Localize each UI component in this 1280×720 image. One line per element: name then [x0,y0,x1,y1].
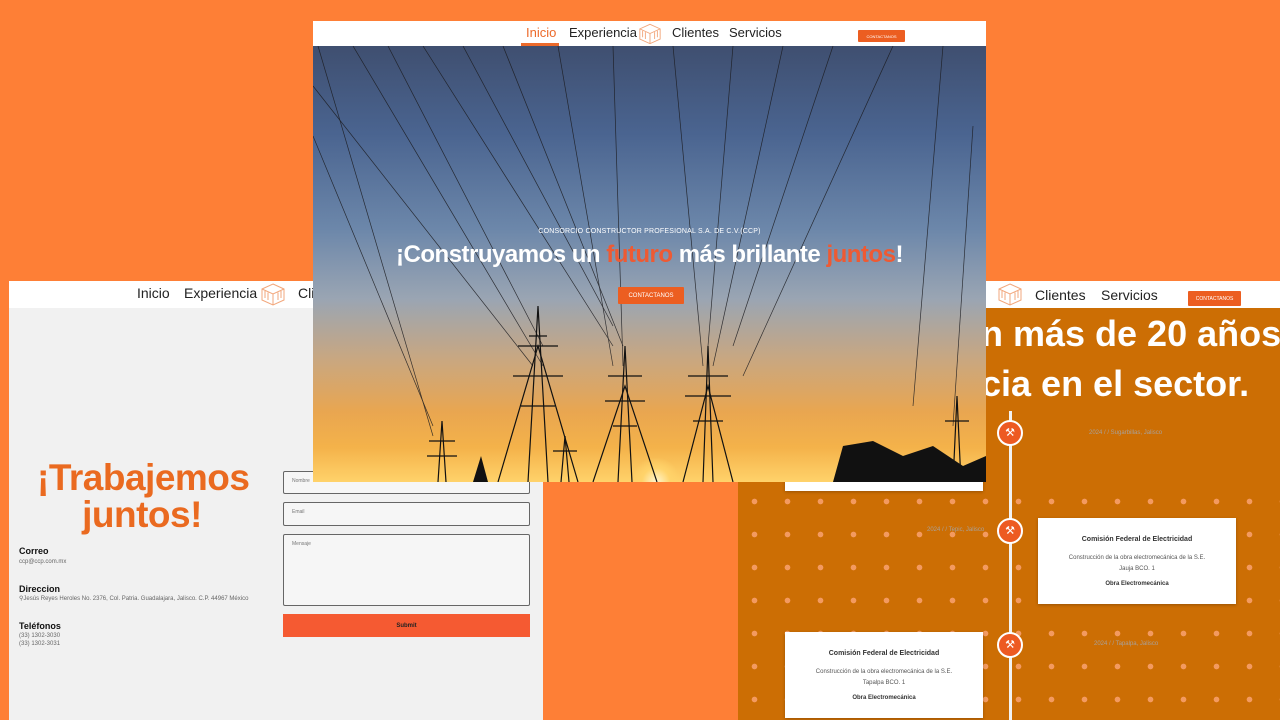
nav-experiencia[interactable]: Experiencia [184,285,257,301]
email-field[interactable]: Email [283,502,530,526]
card-desc-line-1: Construcción de la obra electromecánica … [1068,555,1206,561]
nav-clientes[interactable]: Clientes [672,25,719,40]
title-line-2: juntos! [82,494,202,535]
card-desc-line-2: Tapalpa BCO. 1 [862,680,906,686]
submit-button[interactable]: Submit [283,614,530,637]
nav-inicio[interactable]: Inicio [526,25,556,40]
timeline-card: Comisión Federal de Electricidad Constru… [1038,518,1236,604]
card-description: Construcción de la obra electromecánica … [793,667,975,689]
headline-line-2: cia en el sector. [981,363,1250,404]
wrench-icon: ⚒ [997,518,1023,544]
card-category: Obra Electromecánica [1105,581,1169,587]
nav-clientes[interactable]: Clientes [1035,287,1086,303]
timeline-date: 2024 / / Sugarbillas, Jalisco [1089,430,1163,436]
mensaje-placeholder: Mensaje [292,541,311,547]
wrench-icon: ⚒ [997,632,1023,658]
card-title: Comisión Federal de Electricidad [828,650,940,657]
nav-inicio[interactable]: Inicio [137,285,170,301]
ccp-cube-logo-icon[interactable] [638,22,662,45]
hero-kicker: CONSORCIO CONSTRUCTOR PROFESIONAL S.A. D… [538,228,761,235]
title-line-1: ¡Trabajemos [37,457,250,498]
timeline-date: 2024 / / Tepic, Jalisco [927,527,985,533]
card-description: Construcción de la obra electromecánica … [1046,553,1228,575]
hero-accent-juntos: juntos [826,241,896,268]
hero-accent-futuro: futuro [606,241,673,268]
correo-value[interactable]: ccp@ccp.com.mx [19,558,66,566]
direccion-label: Direccion [19,584,61,594]
hero-text-part: ! [895,241,903,268]
hero-text-part: más brillante [672,241,827,268]
card-desc-line-2: Jauja BCO. 1 [1119,566,1155,572]
nav-clientes[interactable]: Cli [298,285,314,301]
nombre-placeholder: Nombre [292,478,310,484]
hero-page-screenshot: Inicio Experiencia Clientes Servicios CO… [313,21,986,482]
page-title: ¡Trabajemos juntos! [37,457,250,535]
direccion-text: Jesús Reyes Heroles No. 2376, Col. Patri… [23,596,249,602]
timeline-card: Comisión Federal de Electricidad Constru… [785,632,983,718]
mensaje-field[interactable]: Mensaje [283,534,530,606]
contactanos-nav-button[interactable]: CONTACTANOS [858,30,905,42]
ccp-cube-logo-icon[interactable] [997,282,1023,306]
nav-active-indicator [521,43,559,46]
telefono-1[interactable]: (33) 1302-3030 [19,632,60,640]
hero-headline: ¡Construyamos un futuro más brillante ju… [313,241,986,269]
telefonos-label: Teléfonos [19,621,61,631]
timeline-date: 2024 / / Tapalpa, Jalisco [1094,641,1159,647]
correo-label: Correo [19,546,49,556]
telefono-2[interactable]: (33) 1302-3031 [19,640,60,648]
nav-servicios[interactable]: Servicios [1101,287,1158,303]
card-category: Obra Electromecánica [852,695,916,701]
hero-text-part: ¡Construyamos un [396,241,607,268]
nav-experiencia[interactable]: Experiencia [569,25,637,40]
wrench-icon: ⚒ [997,420,1023,446]
ccp-cube-logo-icon[interactable] [260,282,286,306]
card-title: Comisión Federal de Electricidad [1081,536,1193,543]
hero-navbar: Inicio Experiencia Clientes Servicios CO… [313,21,986,46]
card-desc-line-1: Construcción de la obra electromecánica … [815,669,953,675]
headline-line-1: n más de 20 años [981,313,1280,354]
timeline-line [1009,411,1012,720]
hero-contactanos-button[interactable]: CONTACTANOS [618,287,684,304]
nav-servicios[interactable]: Servicios [729,25,782,40]
email-placeholder: Email [292,509,305,515]
contactanos-button[interactable]: CONTACTANOS [1188,291,1241,306]
direccion-value: ⚲Jesús Reyes Heroles No. 2376, Col. Patr… [19,595,248,603]
